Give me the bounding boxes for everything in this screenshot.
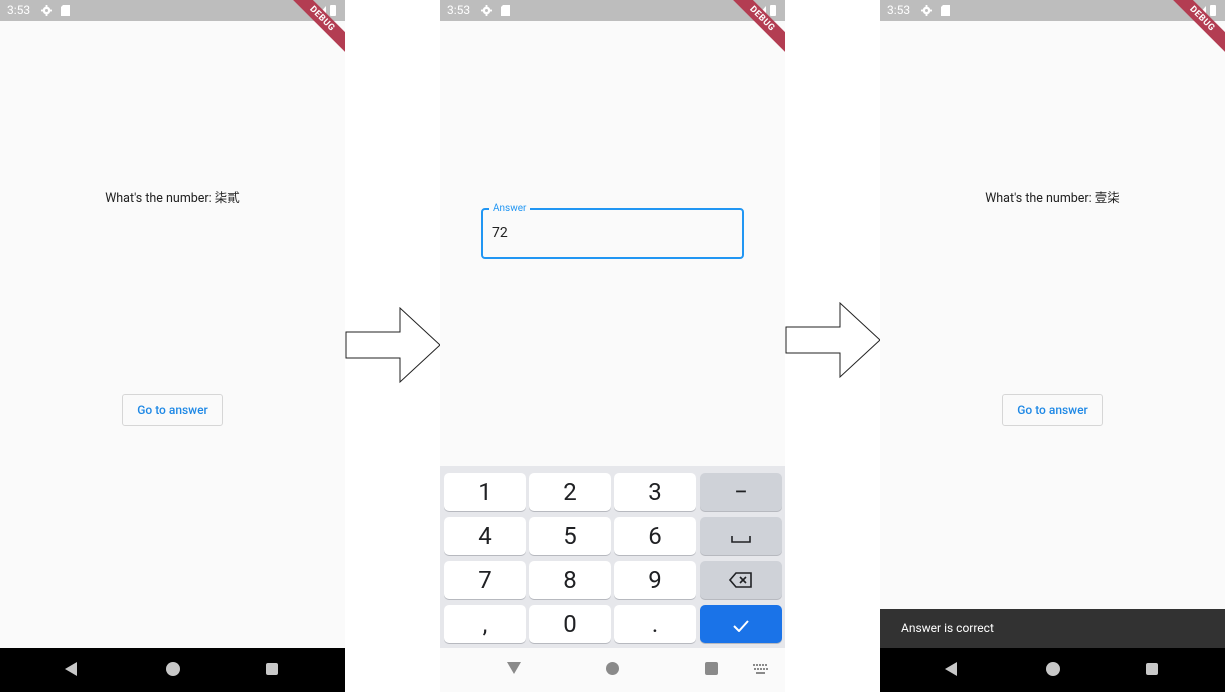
home-icon[interactable] [166,662,180,676]
status-time: 3:53 [7,3,31,17]
flow-arrow-icon [785,302,881,379]
sd-card-icon [501,5,510,16]
home-icon[interactable] [1046,662,1060,676]
check-icon [733,620,749,633]
go-to-answer-button[interactable]: Go to answer [1002,394,1103,426]
wifi-signal-battery-icon [305,4,336,16]
question-text: What's the number: 柒貳 [105,191,240,206]
back-icon[interactable] [945,662,957,676]
key-9[interactable]: 9 [614,561,696,599]
status-time: 3:53 [887,3,911,17]
answer-input[interactable]: Answer 72 [481,202,744,259]
navigation-bar [440,648,785,692]
answer-field-value[interactable]: 72 [492,225,508,241]
recent-apps-icon[interactable] [1146,663,1158,675]
keyboard-switch-icon[interactable] [753,664,769,674]
recent-apps-icon[interactable] [266,663,278,675]
home-icon[interactable] [606,662,619,675]
snackbar: Answer is correct [880,609,1225,648]
key-comma[interactable]: , [444,605,526,643]
flow-arrow-icon [345,307,441,384]
navigation-bar [880,648,1225,692]
status-bar: 3:53 [0,0,345,21]
status-bar: 3:53 [440,0,785,21]
hide-keyboard-icon[interactable] [507,662,521,674]
key-6[interactable]: 6 [614,517,696,555]
go-to-answer-button[interactable]: Go to answer [122,394,223,426]
space-icon [731,536,751,543]
key-done[interactable] [700,605,782,643]
sd-card-icon [61,5,70,16]
sd-card-icon [941,5,950,16]
screen-question-2: 3:53 DEBUG What's the number: 壹柒 Go to a… [880,0,1225,692]
key-7[interactable]: 7 [444,561,526,599]
key-period[interactable]: . [614,605,696,643]
status-bar: 3:53 [880,0,1225,21]
wifi-signal-battery-icon [745,4,776,16]
navigation-bar [0,648,345,692]
key-3[interactable]: 3 [614,473,696,511]
question-text: What's the number: 壹柒 [985,191,1120,206]
key-5[interactable]: 5 [529,517,611,555]
numeric-keyboard: 1 2 3 − 4 5 6 7 8 9 , 0 . [440,466,785,648]
key-1[interactable]: 1 [444,473,526,511]
screen-answer-input: 3:53 DEBUG Answer 72 1 2 3 − 4 5 6 7 8 9… [440,0,785,692]
key-0[interactable]: 0 [529,605,611,643]
key-backspace[interactable] [700,561,782,599]
settings-icon [921,5,932,16]
snackbar-message: Answer is correct [901,621,994,635]
backspace-icon [728,572,752,588]
settings-icon [41,5,52,16]
recent-apps-icon[interactable] [705,662,718,675]
key-minus[interactable]: − [700,473,782,511]
key-2[interactable]: 2 [529,473,611,511]
settings-icon [481,5,492,16]
back-icon[interactable] [65,662,77,676]
answer-field-label: Answer [489,202,531,215]
status-time: 3:53 [447,3,471,17]
wifi-signal-battery-icon [1185,4,1216,16]
key-8[interactable]: 8 [529,561,611,599]
screen-question-1: 3:53 DEBUG What's the number: 柒貳 Go to a… [0,0,345,692]
key-space[interactable] [700,517,782,555]
key-4[interactable]: 4 [444,517,526,555]
